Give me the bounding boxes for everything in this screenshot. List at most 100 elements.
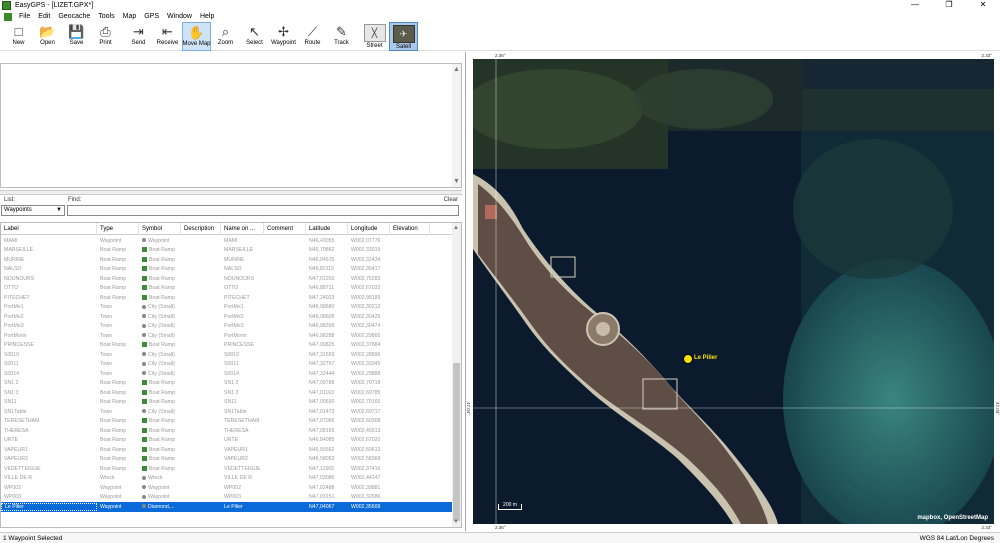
cell-lat: N46,98288 (309, 332, 335, 339)
table-row[interactable]: SN1Table Town City (Small) SN1Table N47,0147… (1, 407, 454, 417)
table-row[interactable]: SN1 3 Boat Ramp Boat Ramp SN1 3 N47,01163 W00… (1, 388, 454, 398)
waypoint-button[interactable]: ✢ Waypoint (269, 22, 298, 51)
scroll-up-icon[interactable]: ▲ (453, 66, 460, 73)
track-button[interactable]: ✎ Track (327, 22, 356, 51)
street-map-button[interactable]: ╳ Street (360, 22, 389, 51)
menu-edit[interactable]: Edit (34, 13, 54, 20)
column-header[interactable]: Symbol (139, 223, 181, 235)
list-select[interactable]: Waypoints ▼ (1, 205, 65, 216)
details-panel[interactable]: ▲ ▼ (0, 63, 462, 188)
table-row[interactable]: NALSO Boat Ramp Boat Ramp NALSO N46,82115 W00… (1, 265, 454, 275)
table-row[interactable]: MAMI Waypoint Waypoint MAMI N46,43055 W002,07… (1, 236, 454, 246)
waypoint-marker[interactable] (683, 354, 693, 364)
menu-gps[interactable]: GPS (140, 13, 163, 20)
restore-button[interactable]: ❐ (932, 0, 966, 11)
satellite-map-button[interactable]: ✈ Satell (389, 22, 418, 51)
column-header[interactable]: Description (181, 223, 221, 235)
cell-symbol-text: Boat Ramp (149, 418, 175, 425)
table-scrollbar[interactable]: ▲ ▼ (452, 223, 461, 527)
send-icon: ⇥ (133, 24, 144, 39)
table-row[interactable]: SN1 2 Boat Ramp Boat Ramp SN1 2 N47,09788 W00… (1, 379, 454, 389)
zoom-button[interactable]: ⌕ Zoom (211, 22, 240, 51)
table-row[interactable]: NOUNOURS Boat Ramp Boat Ramp NOUNOURS N47,01… (1, 274, 454, 284)
table-row[interactable]: PITECHET Boat Ramp Boat Ramp PITECHET N47,24… (1, 293, 454, 303)
details-scrollbar[interactable]: ▲ ▼ (452, 64, 461, 187)
table-row-selected[interactable]: Le Pilier Waypoint Diamond,... Le Pilier N47… (1, 502, 454, 512)
zoom-icon: ⌕ (221, 24, 230, 39)
column-header[interactable]: Comment (264, 223, 306, 235)
table-row[interactable]: OTTO Boat Ramp Boat Ramp OTTO N46,88711 W002,… (1, 284, 454, 294)
table-row[interactable]: S0010 Town City (Small) S0010 N47,31559 W002,… (1, 350, 454, 360)
column-header[interactable]: Type (97, 223, 139, 235)
table-row[interactable]: PRINCESSE Boat Ramp Boat Ramp PRINCESSE N47,… (1, 341, 454, 351)
move-map-button[interactable]: ✋ Move Map (182, 22, 211, 51)
cell-symbol: Boat Ramp (139, 380, 181, 386)
column-header[interactable]: Name on ... (221, 223, 264, 235)
scroll-up-icon[interactable]: ▲ (453, 225, 459, 231)
find-input[interactable] (67, 205, 459, 216)
table-row[interactable]: PortMe2 Town City (Small) PortMe2 N46,98608 W… (1, 312, 454, 322)
clear-button[interactable]: Clear (444, 197, 458, 203)
table-row[interactable]: PortMe3 Town City (Small) PortMe3 N46,98399 W… (1, 322, 454, 332)
cell-name: MURINE (224, 256, 245, 263)
column-header[interactable]: Label (1, 223, 97, 235)
table-row[interactable]: THERESA Boat Ramp Boat Ramp THERESA N47,0816… (1, 426, 454, 436)
save-button[interactable]: 💾 Save (62, 22, 91, 51)
close-button[interactable]: ✕ (966, 0, 1000, 11)
send-button[interactable]: ⇥ Send (124, 22, 153, 51)
column-header[interactable]: Longitude (348, 223, 390, 235)
table-row[interactable]: S0014 Town City (Small) S0014 N47,32444 W002,… (1, 369, 454, 379)
table-row[interactable]: WP003 Waypoint Waypoint WP003 N47,03151 W002,… (1, 493, 454, 503)
cell-label: THERESA (4, 427, 29, 434)
table-row[interactable]: SN11 Boat Ramp Boat Ramp SN11 N47,00650 W002,… (1, 398, 454, 408)
menu-geocache[interactable]: Geocache (54, 13, 94, 20)
table-row[interactable]: MURINE Boat Ramp Boat Ramp MURINE N46,04515 W… (1, 255, 454, 265)
table-row[interactable]: URTE Boat Ramp Boat Ramp URTE N46,84085 W002,… (1, 436, 454, 446)
table-row[interactable]: VAPEUR2 Boat Ramp Boat Ramp VAPEUR2 N46,5805… (1, 455, 454, 465)
minimize-button[interactable]: — (898, 0, 932, 11)
open-button[interactable]: 📂 Open (33, 22, 62, 51)
table-row[interactable]: VAPEUR1 Boat Ramp Boat Ramp VAPEUR1 N46,5656… (1, 445, 454, 455)
column-header[interactable]: Elevation (390, 223, 430, 235)
document-icon[interactable] (4, 12, 12, 21)
table-row[interactable]: TERESETHAM Boat Ramp Boat Ramp TERESETHAM N4… (1, 417, 454, 427)
table-row[interactable]: VILLE DE R Wreck Wreck VILLE DE R N47,03086 W… (1, 474, 454, 484)
cell-name: PITECHET (224, 294, 250, 301)
cell-lat: N47,09825 (309, 342, 335, 349)
print-button[interactable]: ⎙ Print (91, 22, 120, 51)
pane-splitter[interactable] (0, 190, 462, 195)
satellite-map[interactable]: Le Pilier 200 m mapbox, OpenStreetMap (473, 59, 994, 524)
scroll-down-icon[interactable]: ▼ (453, 519, 459, 525)
cell-lon: W002,32434 (351, 256, 381, 263)
cell-label: TERESETHAM (4, 418, 40, 425)
table-row[interactable]: PortMe1 Town City (Small) PortMe1 N46,98680 W… (1, 303, 454, 313)
cell-symbol: Boat Ramp (139, 437, 181, 443)
table-row[interactable]: WP002 Waypoint Waypoint WP002 N47,02488 W002,… (1, 483, 454, 493)
cell-lon: W002,33345 (351, 361, 381, 368)
scroll-thumb[interactable] (453, 363, 460, 521)
cell-name: OTTO (224, 285, 239, 292)
table-row[interactable]: MARSEILLE Boat Ramp Boat Ramp MARSEILLE N46,… (1, 246, 454, 256)
table-row[interactable]: S0011 Town City (Small) S0011 N47,32767 W002,… (1, 360, 454, 370)
menu-help[interactable]: Help (196, 13, 218, 20)
receive-button[interactable]: ⇤ Receive (153, 22, 182, 51)
select-button[interactable]: ↖ Select (240, 22, 269, 51)
column-header[interactable]: Latitude (306, 223, 348, 235)
table-row[interactable]: PortMorin Town City (Small) PortMorin N46,98… (1, 331, 454, 341)
cell-type: Boat Ramp (100, 380, 126, 387)
scroll-down-icon[interactable]: ▼ (453, 178, 460, 185)
cell-label: VILLE DE R (4, 475, 32, 482)
cell-lat: N46,70862 (309, 247, 335, 254)
cell-type: Boat Ramp (100, 427, 126, 434)
menu-tools[interactable]: Tools (94, 13, 118, 20)
new-button[interactable]: □ New (4, 22, 33, 51)
menu-map[interactable]: Map (119, 13, 141, 20)
menu-window[interactable]: Window (163, 13, 196, 20)
waypoint-label[interactable]: Le Pilier (694, 355, 717, 361)
route-button[interactable]: ⟋ Route (298, 22, 327, 51)
cell-name: WP003 (224, 494, 242, 501)
menu-file[interactable]: File (15, 13, 34, 20)
cell-lat: N47,04067 (309, 503, 335, 510)
cell-label: PortMorin (4, 332, 27, 339)
table-row[interactable]: VEDETTEIGUE Boat Ramp Boat Ramp VEDETTEIGUE… (1, 464, 454, 474)
